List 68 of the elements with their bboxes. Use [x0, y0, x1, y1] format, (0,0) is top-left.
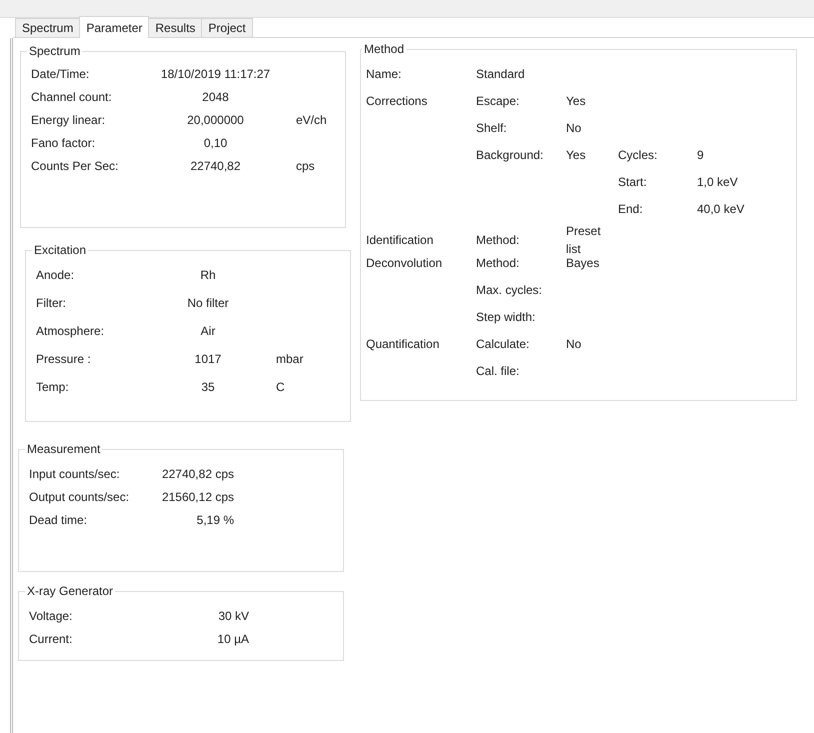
field-value: 0,10 — [202, 134, 228, 152]
field-label: Cycles: — [618, 146, 658, 164]
field-value: 22740,82 cps — [160, 466, 234, 482]
field-label: Calculate: — [476, 336, 530, 352]
field-label: Output counts/sec: — [29, 488, 130, 506]
field-label: Counts Per Sec: — [31, 158, 120, 174]
field-label: Background: — [476, 146, 544, 164]
group-title: X-ray Generator — [26, 584, 114, 598]
group-title: Excitation — [33, 243, 88, 257]
field-value: 10 µA — [216, 630, 249, 648]
field-label: Pressure : — [36, 351, 92, 368]
field-label: Standard — [476, 66, 526, 82]
field-label: Anode: — [36, 267, 76, 284]
field-value: No — [566, 120, 582, 136]
tab[interactable]: Project — [201, 18, 253, 37]
field-value: Yes — [566, 146, 587, 164]
field-label: Method: — [476, 232, 520, 249]
unit-label: mbar — [275, 351, 304, 368]
field-label: Filter: — [36, 295, 67, 312]
field-label: Energy linear: — [31, 112, 106, 128]
field-value: 9 — [696, 146, 705, 164]
field-value: 30 kV — [217, 608, 249, 624]
field-label: Shelf: — [476, 120, 508, 136]
tab[interactable]: Results — [148, 18, 202, 37]
field-value: 1,0 keV — [696, 174, 739, 190]
field-label: Cal. file: — [476, 362, 520, 380]
field-value: Air — [200, 323, 216, 340]
field-value: 22740,82 — [189, 158, 242, 174]
section-label: Quantification — [366, 336, 440, 352]
section-label: Corrections — [366, 92, 428, 110]
field-value: 40,0 keV — [696, 200, 746, 218]
field-label: Fano factor: — [31, 134, 96, 152]
field-label: Temp: — [36, 379, 70, 396]
group-title: Measurement — [26, 442, 102, 456]
field-value: 1017 — [194, 351, 222, 368]
unit-label: cps — [295, 158, 316, 174]
field-label: Channel count: — [31, 88, 113, 106]
field-label: Atmosphere: — [36, 323, 106, 340]
field-value: 2048 — [201, 88, 230, 106]
field-label: Escape: — [476, 92, 520, 110]
field-label: Current: — [29, 630, 74, 648]
field-label: End: — [618, 200, 644, 218]
field-label: Step width: — [476, 308, 536, 326]
field-label: Method: — [476, 254, 520, 272]
group-title: Spectrum — [28, 44, 82, 58]
field-value: Yes — [566, 92, 587, 110]
field-value: 5,19 % — [196, 512, 234, 528]
unit-label: C — [275, 379, 286, 396]
field-value: 18/10/2019 11:17:27 — [160, 66, 272, 82]
field-value: 20,000000 — [186, 112, 245, 128]
section-label: Identification — [366, 232, 434, 249]
field-label: Start: — [618, 174, 648, 190]
field-value: 35 — [200, 379, 216, 396]
field-value: No — [566, 336, 582, 352]
tab[interactable]: Spectrum — [15, 18, 80, 37]
section-label: Name: — [366, 66, 402, 82]
field-value: 21560,12 cps — [160, 488, 234, 506]
field-label: Input counts/sec: — [29, 466, 121, 482]
field-label: Dead time: — [29, 512, 88, 528]
section-label: Deconvolution — [366, 254, 444, 272]
field-value: Rh — [199, 267, 217, 284]
field-value: No filter — [186, 295, 230, 312]
tab[interactable]: Parameter — [79, 16, 150, 38]
field-label: Max. cycles: — [476, 282, 544, 298]
unit-label: eV/ch — [295, 112, 328, 128]
field-label: Voltage: — [29, 608, 74, 624]
group-title: Method — [363, 42, 406, 56]
field-label: Date/Time: — [31, 66, 90, 82]
